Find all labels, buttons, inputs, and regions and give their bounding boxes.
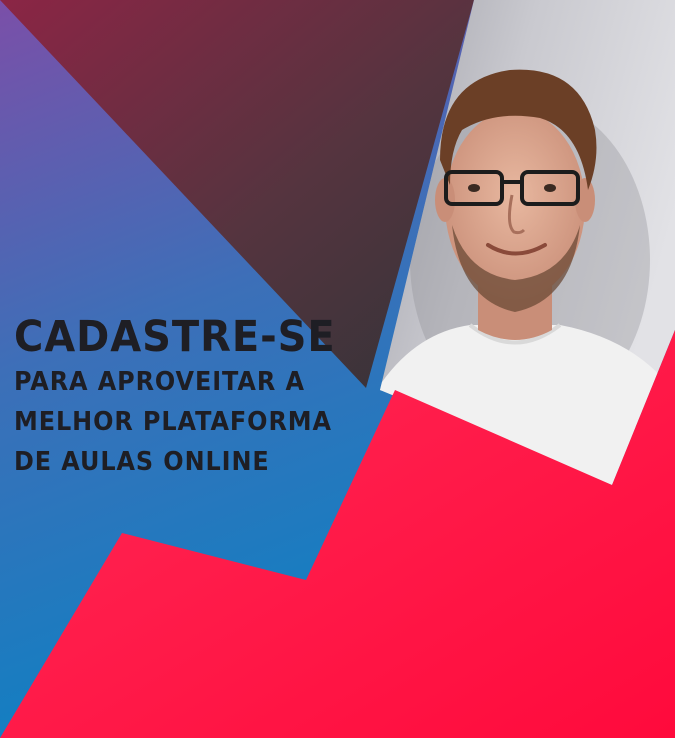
- headline-title: CADASTRE-SE: [14, 312, 336, 362]
- headline-line-1: PARA APROVEITAR A: [14, 367, 305, 397]
- headline-line-3: DE AULAS ONLINE: [14, 447, 270, 477]
- headline-line-2: MELHOR PLATAFORMA: [14, 407, 332, 437]
- signup-headline: CADASTRE-SE PARA APROVEITAR A MELHOR PLA…: [14, 316, 360, 479]
- signup-banner: CADASTRE-SE PARA APROVEITAR A MELHOR PLA…: [0, 0, 675, 738]
